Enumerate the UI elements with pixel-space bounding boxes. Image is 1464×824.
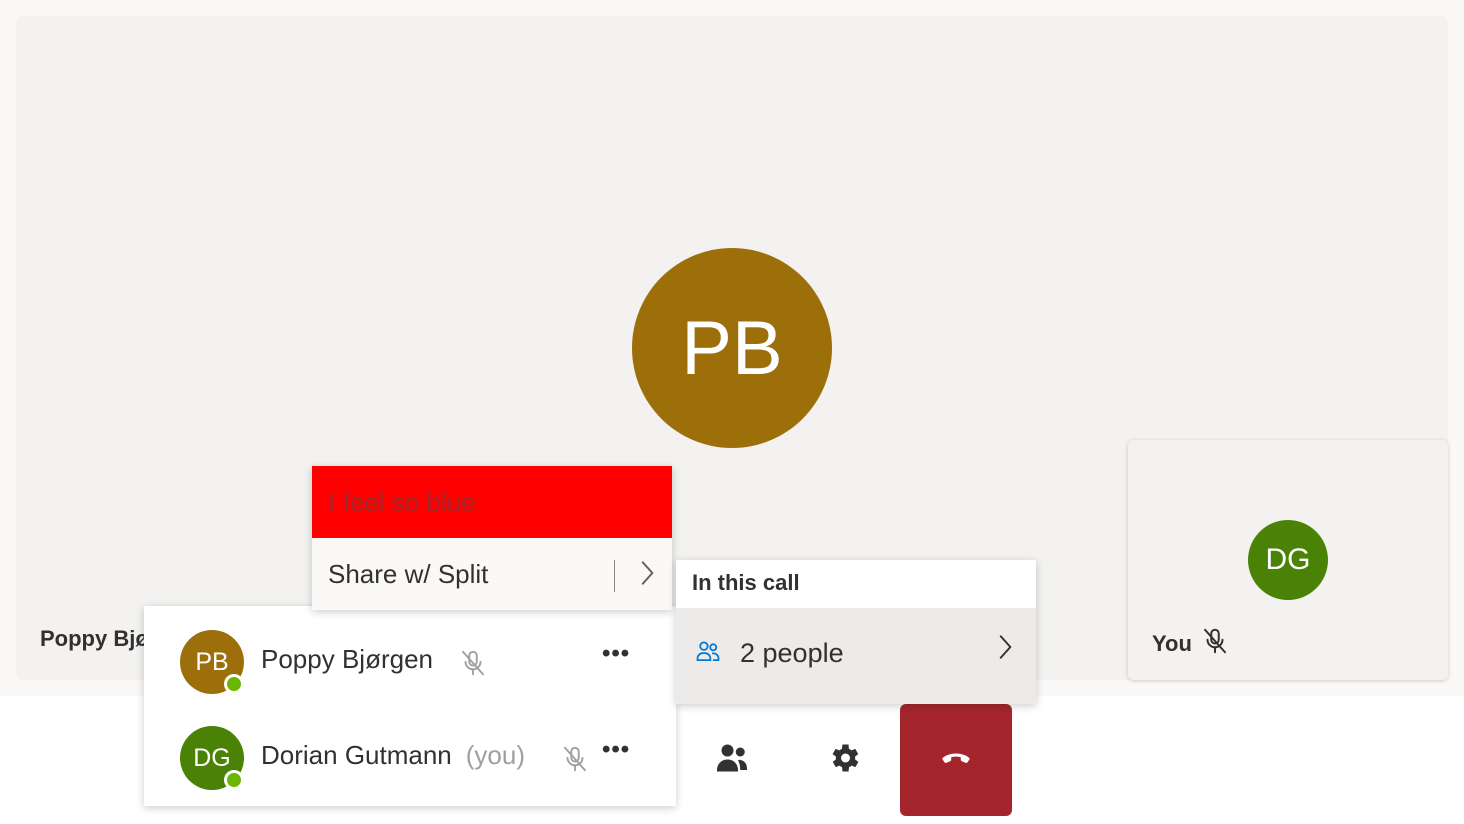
more-options-button[interactable]: ••• <box>602 736 630 764</box>
chevron-right-icon[interactable] <box>634 558 660 595</box>
main-participant-initials: PB <box>681 305 783 391</box>
settings-button[interactable] <box>788 704 900 816</box>
participant-row[interactable]: DG Dorian Gutmann (you) ••• <box>144 706 676 802</box>
presence-available-badge <box>224 674 244 694</box>
menu-item-label: I feel so blue <box>328 486 476 517</box>
people-count-row[interactable]: 2 people <box>676 608 1036 704</box>
participant-row[interactable]: PB Poppy Bjørgen ••• <box>144 610 676 706</box>
participant-you-suffix: (you) <box>465 740 526 770</box>
menu-item-label: Share w/ Split <box>328 558 489 589</box>
self-label-row: You <box>1152 626 1230 662</box>
participant-initials: PB <box>195 647 229 676</box>
presence-available-badge <box>224 770 244 790</box>
gear-icon <box>826 740 862 781</box>
mic-off-icon <box>458 648 488 683</box>
main-participant-name: Poppy Bjø <box>40 626 149 651</box>
self-label: You <box>1152 631 1192 656</box>
participant-display-name: Poppy Bjørgen <box>261 644 433 674</box>
hang-up-icon <box>938 740 974 781</box>
hang-up-button[interactable] <box>900 704 1012 816</box>
self-video-tile[interactable]: DG You <box>1128 440 1448 680</box>
participant-name: Poppy Bjørgen <box>261 644 433 675</box>
people-icon <box>714 740 750 781</box>
participants-panel: PB Poppy Bjørgen ••• DG Dorian Gutmann (y… <box>144 606 676 806</box>
participant-display-name: Dorian Gutmann <box>261 740 452 770</box>
in-this-call-card: In this call 2 people <box>676 560 1036 704</box>
main-participant-avatar: PB <box>632 248 832 448</box>
people-icon <box>694 638 722 671</box>
split-divider <box>614 560 615 592</box>
more-options-button[interactable]: ••• <box>602 640 630 668</box>
self-initials: DG <box>1265 543 1311 576</box>
people-count-label: 2 people <box>740 638 844 668</box>
self-avatar: DG <box>1248 520 1328 600</box>
mic-off-icon <box>1200 626 1230 662</box>
menu-item-feel-blue[interactable]: I feel so blue <box>312 466 672 538</box>
mic-off-icon <box>560 744 590 779</box>
participant-initials: DG <box>193 743 231 772</box>
people-button[interactable] <box>676 704 788 816</box>
participant-name: Dorian Gutmann (you) <box>261 740 525 771</box>
in-this-call-header: In this call <box>692 570 800 595</box>
context-menu: I feel so blue Share w/ Split <box>312 466 672 610</box>
menu-item-share-split[interactable]: Share w/ Split <box>312 538 672 610</box>
chevron-right-icon <box>992 632 1018 667</box>
